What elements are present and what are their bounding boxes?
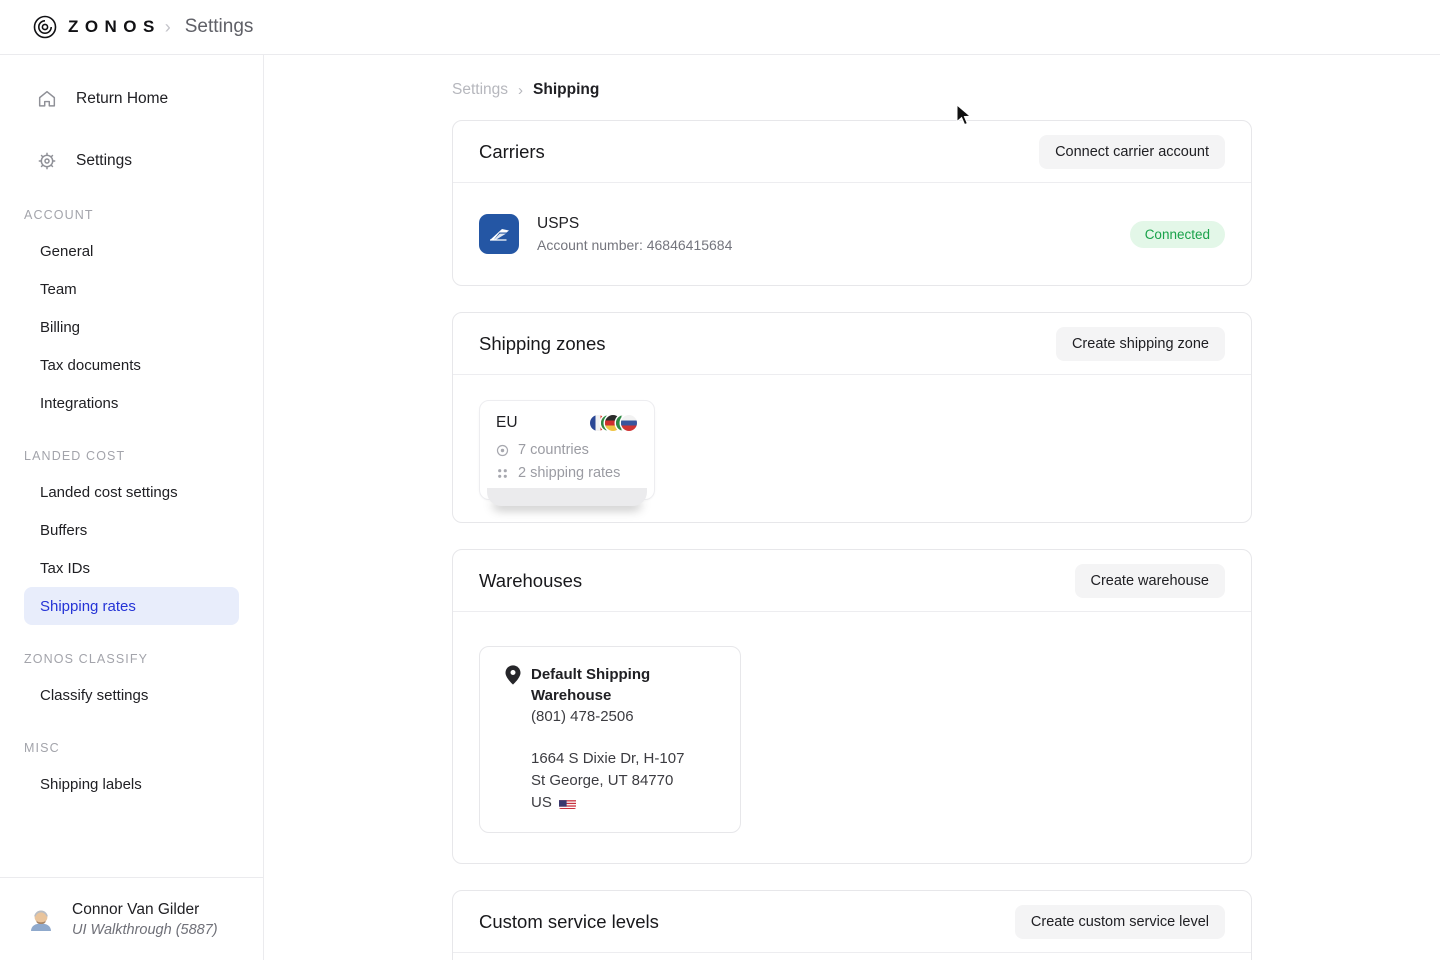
sidebar-item-tax-documents[interactable]: Tax documents bbox=[24, 346, 239, 384]
warehouse-phone: (801) 478-2506 bbox=[531, 706, 722, 728]
connect-carrier-button[interactable]: Connect carrier account bbox=[1039, 135, 1225, 169]
sidebar-section-account: ACCOUNT General Team Billing Tax documen… bbox=[24, 208, 239, 422]
status-badge-connected: Connected bbox=[1130, 221, 1225, 248]
zone-countries: 7 countries bbox=[518, 440, 589, 461]
chevron-right-icon: › bbox=[165, 17, 171, 38]
target-icon bbox=[496, 444, 509, 457]
sidebar-item-integrations[interactable]: Integrations bbox=[24, 384, 239, 422]
shipping-zones-title: Shipping zones bbox=[479, 333, 606, 355]
sidebar-item-settings[interactable]: Settings bbox=[24, 141, 239, 181]
sidebar-item-general[interactable]: General bbox=[24, 232, 239, 270]
sidebar-item-shipping-rates[interactable]: Shipping rates bbox=[24, 587, 239, 625]
section-label: ZONOS CLASSIFY bbox=[24, 652, 239, 666]
user-org: UI Walkthrough (5887) bbox=[72, 922, 218, 938]
user-name: Connor Van Gilder bbox=[72, 901, 218, 919]
location-pin-icon bbox=[503, 664, 523, 686]
sidebar-section-zonos-classify: ZONOS CLASSIFY Classify settings bbox=[24, 652, 239, 714]
section-label: MISC bbox=[24, 741, 239, 755]
sidebar-item-buffers[interactable]: Buffers bbox=[24, 511, 239, 549]
sidebar-item-team[interactable]: Team bbox=[24, 270, 239, 308]
zone-card-eu[interactable]: EU bbox=[479, 400, 655, 500]
warehouse-address-1: 1664 S Dixie Dr, H-107 bbox=[531, 748, 722, 770]
main-content: Settings › Shipping Carriers Connect car… bbox=[264, 55, 1440, 960]
top-bar: ZONOS › Settings bbox=[0, 0, 1440, 55]
grid-dots-icon bbox=[496, 467, 509, 480]
zonos-spiral-icon bbox=[32, 14, 58, 40]
tricolor-flag-icon bbox=[621, 415, 637, 431]
usps-logo-icon bbox=[479, 214, 519, 254]
custom-service-levels-card: Custom service levels Create custom serv… bbox=[452, 890, 1252, 960]
home-icon bbox=[36, 88, 58, 110]
sidebar-item-landed-cost-settings[interactable]: Landed cost settings bbox=[24, 473, 239, 511]
zone-rates: 2 shipping rates bbox=[518, 463, 620, 484]
carrier-name: USPS bbox=[537, 215, 732, 233]
sidebar-item-classify-settings[interactable]: Classify settings bbox=[24, 676, 239, 714]
sidebar-item-label: Return Home bbox=[76, 90, 168, 108]
sidebar-item-label: Settings bbox=[76, 152, 132, 170]
carrier-row-usps[interactable]: USPS Account number: 46846415684 Connect… bbox=[453, 183, 1251, 285]
avatar bbox=[26, 904, 56, 934]
warehouse-name: Default Shipping Warehouse bbox=[531, 664, 722, 706]
warehouse-card-default[interactable]: Default Shipping Warehouse (801) 478-250… bbox=[479, 646, 741, 833]
zone-name: EU bbox=[496, 414, 518, 432]
create-warehouse-button[interactable]: Create warehouse bbox=[1075, 564, 1226, 598]
sidebar: Return Home Settings ACCOUNT General Tea… bbox=[0, 55, 264, 960]
breadcrumb: Settings › Shipping bbox=[452, 81, 1252, 99]
sidebar-item-tax-ids[interactable]: Tax IDs bbox=[24, 549, 239, 587]
sidebar-section-misc: MISC Shipping labels bbox=[24, 741, 239, 803]
sidebar-item-billing[interactable]: Billing bbox=[24, 308, 239, 346]
create-custom-service-level-button[interactable]: Create custom service level bbox=[1015, 905, 1225, 939]
carrier-account-number: Account number: 46846415684 bbox=[537, 237, 732, 253]
carriers-title: Carriers bbox=[479, 141, 545, 163]
sidebar-item-return-home[interactable]: Return Home bbox=[24, 79, 239, 119]
topbar-breadcrumb: Settings bbox=[185, 16, 254, 38]
section-label: ACCOUNT bbox=[24, 208, 239, 222]
warehouse-address-2: St George, UT 84770 bbox=[531, 770, 722, 792]
user-menu[interactable]: Connor Van Gilder UI Walkthrough (5887) bbox=[0, 877, 263, 960]
carriers-card: Carriers Connect carrier account USPS Ac… bbox=[452, 120, 1252, 286]
breadcrumb-settings[interactable]: Settings bbox=[452, 81, 508, 99]
warehouses-title: Warehouses bbox=[479, 570, 582, 592]
breadcrumb-shipping: Shipping bbox=[533, 81, 599, 99]
shipping-zones-card: Shipping zones Create shipping zone EU bbox=[452, 312, 1252, 523]
gear-icon bbox=[36, 150, 58, 172]
warehouse-country: US bbox=[531, 792, 552, 814]
section-label: LANDED COST bbox=[24, 449, 239, 463]
brand-name: ZONOS bbox=[68, 17, 161, 37]
chevron-right-icon: › bbox=[518, 82, 523, 99]
sidebar-item-shipping-labels[interactable]: Shipping labels bbox=[24, 765, 239, 803]
zone-flags bbox=[590, 415, 638, 432]
custom-service-levels-title: Custom service levels bbox=[479, 911, 659, 933]
zone-card-stack bbox=[487, 488, 647, 506]
sidebar-section-landed-cost: LANDED COST Landed cost settings Buffers… bbox=[24, 449, 239, 625]
warehouses-card: Warehouses Create warehouse Default Ship… bbox=[452, 549, 1252, 864]
create-shipping-zone-button[interactable]: Create shipping zone bbox=[1056, 327, 1225, 361]
zonos-logo[interactable]: ZONOS bbox=[32, 14, 161, 40]
us-flag-icon bbox=[559, 797, 576, 809]
